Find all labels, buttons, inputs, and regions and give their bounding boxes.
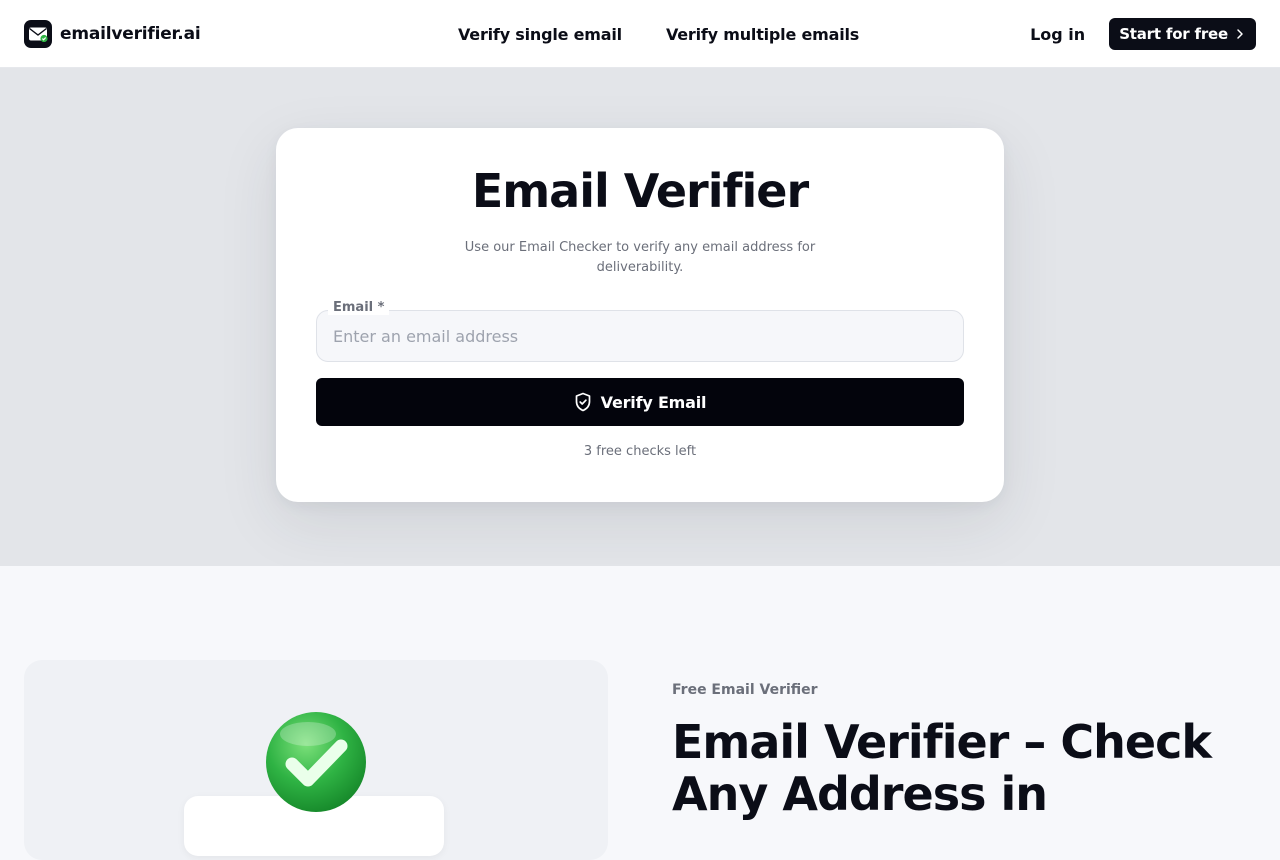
nav-verify-multiple-emails[interactable]: Verify multiple emails [666,25,859,44]
shield-check-icon [575,392,591,412]
login-link[interactable]: Log in [1030,25,1085,44]
main-nav: Verify single email Verify multiple emai… [458,0,859,68]
page-title: Email Verifier [471,164,809,218]
header-actions: Log in Start for free [1030,0,1256,68]
page-subtitle: Use our Email Checker to verify any emai… [464,240,816,275]
info-section: Free Email Verifier Email Verifier – Che… [0,566,1280,860]
verifier-card: Email Verifier Use our Email Checker to … [276,128,1004,502]
start-for-free-button[interactable]: Start for free [1109,18,1256,50]
verify-email-label: Verify Email [600,392,707,412]
site-header: emailverifier.ai Verify single email Ver… [0,0,1280,68]
chevron-right-icon [1237,29,1243,39]
nav-verify-single-email[interactable]: Verify single email [458,25,622,44]
brand-link[interactable]: emailverifier.ai [24,19,201,48]
email-field-group: Email * [316,300,964,362]
email-input[interactable] [316,310,964,362]
section-title: Email Verifier – Check Any Address in [672,715,1212,821]
brand-name: emailverifier.ai [60,23,201,44]
email-label: Email * [328,300,390,315]
envelope-check-icon [24,19,52,48]
illustration-panel [24,660,608,860]
free-checks-counter: 3 free checks left [583,444,697,459]
hero-section: Email Verifier Use our Email Checker to … [0,68,1280,566]
start-for-free-label: Start for free [1119,25,1228,43]
green-checkmark-icon [266,712,366,812]
verify-email-button[interactable]: Verify Email [316,378,964,426]
section-eyebrow: Free Email Verifier [672,682,818,698]
